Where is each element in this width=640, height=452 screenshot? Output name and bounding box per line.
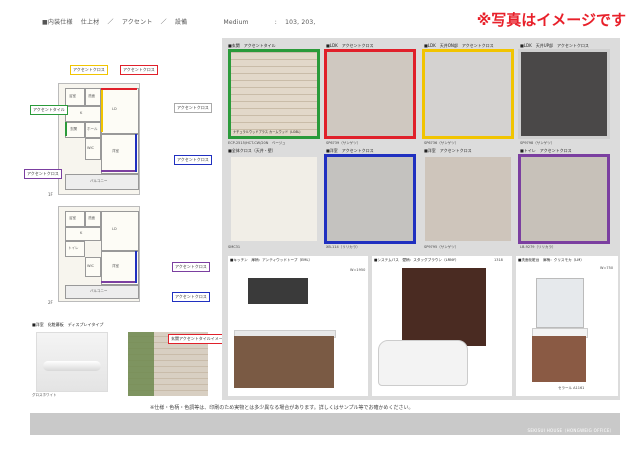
skirting-photo-block: ■洋室 化粧幕板 ディスプレイタイプ グロスホワイト: [32, 322, 122, 400]
tile-code: ECP-2515/HCT-CW/20N ベージュ: [228, 141, 286, 145]
callout-accent-cloth-blue: アクセントクロス: [174, 155, 212, 165]
swatch-ldk-ceiling-on-cloth: [422, 49, 514, 139]
image-disclaimer: ※写真はイメージです: [476, 11, 626, 29]
room-ld: LD: [101, 211, 139, 251]
floor-tag-1f: 1F: [48, 192, 53, 197]
tile-code: SP6736（サンゲツ）: [424, 141, 459, 145]
grade-separator: :: [274, 19, 277, 26]
swatch-western-accent-cloth: [422, 154, 514, 244]
kitchen-cabinet: [234, 336, 334, 388]
room-western: 洋室: [101, 251, 139, 285]
callout-accent-cloth-purple: アクセントクロス: [24, 169, 62, 179]
callout-accent-tile-green: アクセントタイル: [30, 105, 68, 115]
tile-code: LB-9279（リリカラ）: [520, 245, 556, 249]
kitchen-size: W=1950: [350, 268, 366, 272]
accent-line-blue: [135, 134, 137, 172]
callout-accent-cloth-gray: アクセントクロス: [174, 103, 212, 113]
accent-line-purple: [101, 281, 137, 283]
swatch-ldk-ceiling-up-cloth: [518, 49, 610, 139]
vanity-cabinet: [532, 336, 586, 382]
room-washroom: 洗面: [85, 211, 101, 227]
header: ■内装仕様 仕上材 ／ アクセント ／ 設備 Medium : 103, 203…: [0, 0, 640, 36]
room-numbers: 103, 203,: [285, 19, 316, 26]
vanity-title: ■洗面化粧台 扉柄：クリスモカ（LM）: [518, 258, 584, 262]
callout-accent-cloth-purple: アクセントクロス: [172, 262, 210, 272]
swatch-ldk-accent-cloth: [324, 49, 416, 139]
room-toilet: トイレ: [65, 241, 85, 257]
breadcrumb-item: ■内装仕様: [42, 19, 73, 26]
room-entrance: 玄関: [65, 122, 85, 138]
vanity-size: W=750: [600, 266, 614, 270]
tile-code: SP9795（サンゲツ）: [424, 245, 459, 249]
breadcrumb-sep: ／: [107, 19, 114, 26]
skirting-photo: [36, 332, 108, 392]
tile-code: XB-114（リリカラ）: [326, 245, 360, 249]
floorplan-1f-drawing: 浴室 洗面 LD K 玄関 ホール 洋室 WIC バルコニー: [58, 83, 140, 195]
footnote: ※仕様・色柄・色調等は、印刷のため実物とは多少異なる場合があります。詳しくはサン…: [150, 405, 414, 411]
accent-line-purple: [101, 170, 137, 172]
bathtub: [378, 340, 468, 386]
swatch-entrance-accent-tile: ナチュラルウッドプラス カームウッド（LG6L）: [228, 49, 320, 139]
tile-code: SMC31: [228, 245, 241, 249]
room-wic: WIC: [85, 138, 101, 160]
vanity-caption: セラール A1161: [558, 386, 585, 390]
range-hood: [248, 278, 308, 304]
skirting-board-shape: [43, 361, 101, 371]
breadcrumb-item: 仕上材: [80, 19, 100, 26]
tile-code: SP6739（サンゲツ）: [326, 141, 361, 145]
plant-shape: [128, 332, 154, 396]
room-wic: WIC: [85, 257, 101, 277]
room-kitchen: K: [65, 227, 101, 241]
swatch-inner-label: ナチュラルウッドプラス カームウッド（LG6L）: [233, 130, 303, 134]
bath-accent-wall: [402, 268, 486, 346]
floorplan-2f-drawing: 浴室 洗面 LD K トイレ 洋室 WIC バルコニー: [58, 206, 140, 302]
callout-accent-cloth-blue: アクセントクロス: [172, 292, 210, 302]
grade-label: Medium: [223, 19, 249, 26]
room-bath: 浴室: [65, 88, 85, 106]
skirting-title: ■洋室 化粧幕板 ディスプレイタイプ: [32, 322, 104, 327]
room-hall: ホール: [85, 122, 101, 138]
vanity-mirror: [536, 278, 584, 328]
swatch-western-accent-cloth-blue: [324, 154, 416, 244]
vanity-photo-panel: ■洗面化粧台 扉柄：クリスモカ（LM） W=750 セラール A1161: [516, 256, 618, 396]
breadcrumb: ■内装仕様 仕上材 ／ アクセント ／ 設備 Medium : 103, 203…: [42, 17, 322, 26]
tile-code: SP9798（サンゲツ）: [520, 141, 555, 145]
kitchen-title: ■キッチン 扉柄：アンティウッドトープ（EML）: [230, 258, 313, 262]
callout-accent-cloth-yellow: アクセントクロス: [70, 65, 108, 75]
accent-line-red: [101, 88, 137, 90]
room-balcony: バルコニー: [65, 174, 139, 190]
floorplan-2f: 浴室 洗面 LD K トイレ 洋室 WIC バルコニー アクセントクロス アクセ…: [30, 200, 220, 308]
swatch-overall-cloth: [228, 154, 320, 244]
entrance-tile-caption: 玄関アクセントタイルイメージ: [168, 334, 230, 344]
room-western: 洋室: [101, 134, 139, 174]
bath-photo-panel: ■システムバス 壁柄：スタッグブラウン（LRNY） 1318: [372, 256, 512, 396]
breadcrumb-item: アクセント: [121, 19, 153, 26]
room-washroom: 洗面: [85, 88, 101, 106]
kitchen-photo-panel: ■キッチン 扉柄：アンティウッドトープ（EML） W=1950: [228, 256, 368, 396]
accent-line-green: [65, 122, 67, 136]
floorplan-1f: 浴室 洗面 LD K 玄関 ホール 洋室 WIC バルコニー アクセントクロス …: [24, 45, 220, 197]
accent-line-blue: [135, 251, 137, 283]
room-balcony: バルコニー: [65, 285, 139, 299]
room-ld: LD: [101, 88, 139, 134]
bath-title: ■システムバス 壁柄：スタッグブラウン（LRNY）: [374, 258, 459, 262]
accent-line-yellow: [101, 90, 103, 132]
footer-company: SEKISUI HOUSE（HONGWEIG OFFICE）: [527, 428, 614, 433]
skirting-caption: グロスホワイト: [32, 393, 57, 397]
bath-size: 1318: [494, 258, 503, 262]
room-kitchen: K: [65, 106, 101, 122]
swatch-toilet-accent-cloth: [518, 154, 610, 244]
breadcrumb-sep: ／: [160, 19, 167, 26]
floor-tag-2f: 2F: [48, 300, 53, 305]
room-bath: 浴室: [65, 211, 85, 227]
callout-accent-cloth-red: アクセントクロス: [120, 65, 158, 75]
breadcrumb-item: 設備: [174, 19, 188, 26]
